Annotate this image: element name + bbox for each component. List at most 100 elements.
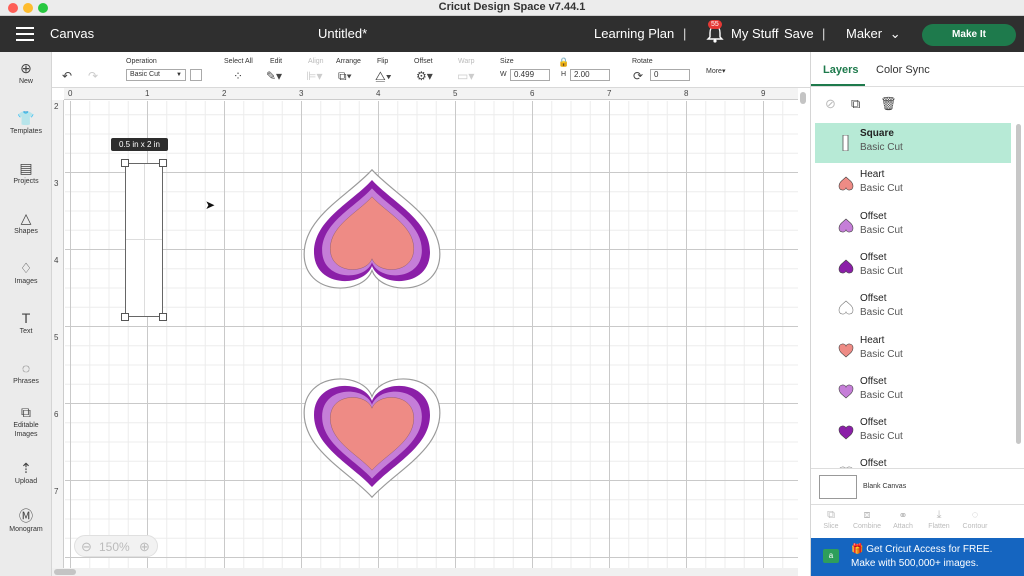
undo-icon[interactable]: ↶ <box>62 69 72 83</box>
resize-handle[interactable] <box>121 313 129 321</box>
zoom-in-icon[interactable]: ⊕ <box>139 539 150 555</box>
nav-item-monogram[interactable]: Ⓜ Monogram <box>0 508 52 534</box>
ruler-tick-label: 2 <box>222 89 227 98</box>
left-nav: ⊕ New 👕 Templates ▤ Projects △ Shapes ♢ Images T Te… <box>0 52 52 576</box>
combine-button[interactable]: ⧈ Combine <box>847 509 887 530</box>
trash-icon[interactable]: 🗑 <box>880 96 897 112</box>
ruler-tick-label: 0 <box>68 89 73 98</box>
heart-thumbnail-icon <box>838 218 854 232</box>
select-all-icon[interactable]: ⁘ <box>233 69 243 83</box>
operation-select[interactable]: Basic Cut ▼ <box>126 69 186 81</box>
arrange-icon[interactable]: ⧉▾ <box>338 69 352 84</box>
layer-row[interactable]: Offset Basic Cut <box>815 412 1011 452</box>
editable-images-icon: ⧉ <box>21 404 31 420</box>
nav-item-templates[interactable]: 👕 Templates <box>0 110 52 136</box>
layer-row[interactable]: Offset Basic Cut <box>815 206 1011 246</box>
blank-canvas-row[interactable]: Blank Canvas <box>811 468 1024 504</box>
layers-scrollbar[interactable] <box>1016 124 1021 444</box>
nav-label: Images <box>14 278 38 285</box>
design-canvas[interactable]: 0123456789 234567 0.5 in x 2 in ➤ ⊖ 150%… <box>52 88 810 576</box>
layer-row[interactable]: Square Basic Cut <box>815 123 1011 163</box>
more-menu[interactable]: More▾ <box>706 67 725 75</box>
nav-label: Projects <box>13 178 39 185</box>
machine-select[interactable]: Maker ⌄ <box>846 26 901 42</box>
mouse-pointer-icon: ➤ <box>205 198 216 212</box>
align-icon[interactable]: ⊫▾ <box>306 69 322 83</box>
rotate-input[interactable]: 0 <box>650 69 690 81</box>
resize-handle[interactable] <box>121 159 129 167</box>
make-it-button[interactable]: Make It <box>922 24 1016 46</box>
attach-icon: ⚭ <box>898 510 908 522</box>
dropdown-caret-icon: ▼ <box>176 72 182 78</box>
scrollbar-thumb[interactable] <box>800 92 806 104</box>
nav-item-upload[interactable]: ⇡ Upload <box>0 460 52 486</box>
nav-item-phrases[interactable]: ◌ Phrases <box>0 360 52 386</box>
slice-button[interactable]: ⧉ Slice <box>811 509 851 530</box>
project-name[interactable]: Untitled* <box>318 26 367 41</box>
layer-operation: Basic Cut <box>860 431 903 443</box>
header-canvas-label: Canvas <box>50 26 95 41</box>
arrange-label: Arrange <box>336 58 361 65</box>
lock-icon[interactable]: 🔒 <box>558 57 569 68</box>
nav-item-shapes[interactable]: △ Shapes <box>0 210 52 236</box>
heart-stack-upright[interactable] <box>292 355 452 503</box>
contour-button[interactable]: ◌ Contour <box>955 509 995 530</box>
blank-canvas-thumbnail <box>819 475 857 499</box>
duplicate-icon[interactable]: ⧉ <box>851 96 860 112</box>
flip-icon[interactable]: ⧋▾ <box>375 69 392 84</box>
learning-plan-link[interactable]: Learning Plan <box>594 26 674 41</box>
my-stuff-link[interactable]: My Stuff <box>731 26 778 41</box>
offset-icon[interactable]: ⚙▾ <box>416 69 433 83</box>
nav-item-editable-images[interactable]: ⧉ Editable Images <box>0 404 52 439</box>
layer-row[interactable]: Offset <box>815 453 1011 468</box>
rotate-icon[interactable]: ⟳ <box>633 69 643 83</box>
menu-icon[interactable] <box>16 27 34 41</box>
redo-icon[interactable]: ↷ <box>88 69 98 83</box>
layer-row[interactable]: Heart Basic Cut <box>815 330 1011 370</box>
layer-row[interactable]: Offset Basic Cut <box>815 288 1011 328</box>
tab-layers[interactable]: Layers <box>823 64 858 76</box>
layer-name: Offset <box>860 458 887 468</box>
heart-thumbnail-icon <box>838 300 854 315</box>
layers-list: Square Basic Cut Heart Basic Cut Offset Basic… <box>815 123 1021 468</box>
chevron-down-icon: ⌄ <box>889 26 901 41</box>
bulb-icon: ♢ <box>19 260 33 276</box>
attach-button[interactable]: ⚭ Attach <box>883 509 923 530</box>
layers-panel: Layers Color Sync ⊘ ⧉ 🗑 Square Basic Cut H… <box>810 52 1024 576</box>
promo-banner[interactable]: a 🎁 Get Cricut Access for FREE. Make wit… <box>811 538 1024 576</box>
ruler-horizontal: 0 1 2 3 4 5 6 7 8 9 <box>64 88 798 100</box>
nav-label: Upload <box>14 478 38 485</box>
ruler-tick-label: 2 <box>54 102 59 111</box>
flatten-button[interactable]: ⤓ Flatten <box>919 509 959 530</box>
resize-handle[interactable] <box>159 313 167 321</box>
tab-color-sync[interactable]: Color Sync <box>876 64 930 76</box>
layer-row[interactable]: Heart Basic Cut <box>815 164 1011 204</box>
scrollbar-thumb[interactable] <box>54 569 76 575</box>
zoom-out-icon[interactable]: ⊖ <box>81 539 92 555</box>
layer-row[interactable]: Offset Basic Cut <box>815 371 1011 411</box>
width-input[interactable]: 0.499 <box>510 69 550 81</box>
rotate-label: Rotate <box>632 58 653 65</box>
heart-thumbnail-icon <box>838 259 854 274</box>
nav-label: Templates <box>10 128 42 135</box>
horizontal-scrollbar[interactable] <box>52 568 798 576</box>
ruler-tick-label: 3 <box>299 89 304 98</box>
nav-item-projects[interactable]: ▤ Projects <box>0 160 52 186</box>
projects-icon: ▤ <box>19 160 33 176</box>
warp-icon[interactable]: ▭▾ <box>457 69 474 83</box>
layer-row[interactable]: Offset Basic Cut <box>815 247 1011 287</box>
group-icon[interactable]: ⊘ <box>825 96 836 112</box>
nav-item-images[interactable]: ♢ Images <box>0 260 52 286</box>
vertical-scrollbar[interactable] <box>800 90 806 566</box>
layer-operation: Basic Cut <box>860 389 903 401</box>
nav-item-text[interactable]: T Text <box>0 310 52 336</box>
heart-thumbnail-icon <box>838 425 854 440</box>
color-swatch[interactable] <box>190 69 202 81</box>
resize-handle[interactable] <box>159 159 167 167</box>
save-button[interactable]: Save <box>784 26 814 41</box>
nav-item-new[interactable]: ⊕ New <box>0 60 52 86</box>
heart-stack-inverted[interactable] <box>292 164 452 312</box>
edit-pen-icon[interactable]: ✎▾ <box>266 69 282 83</box>
height-input[interactable]: 2.00 <box>570 69 610 81</box>
heart-thumbnail-icon <box>838 176 854 191</box>
